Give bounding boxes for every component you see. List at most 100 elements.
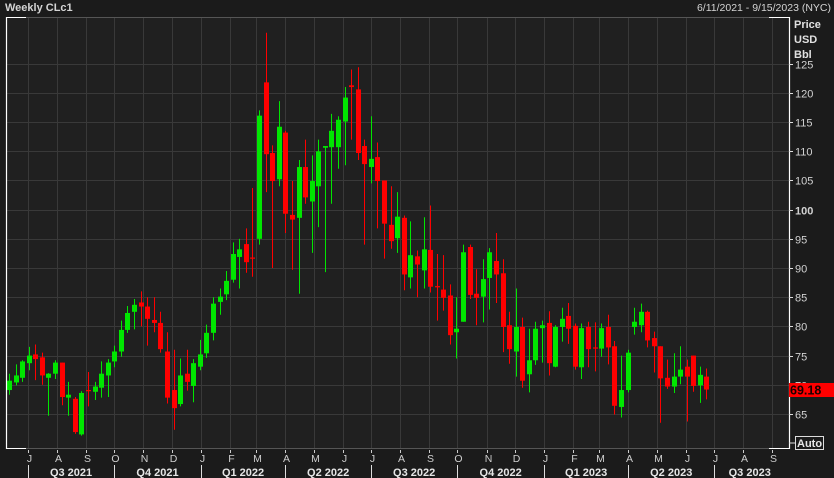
- month-label: M: [311, 453, 320, 465]
- month-label: A: [55, 453, 62, 465]
- month-label: A: [626, 453, 633, 465]
- candle-body: [329, 130, 334, 148]
- candle-body: [349, 85, 354, 88]
- auto-scale-button[interactable]: Auto: [789, 436, 824, 451]
- candle-body: [277, 126, 282, 180]
- month-label: J: [370, 453, 375, 465]
- y-tick-label: 110: [795, 147, 813, 159]
- candle-body: [356, 89, 361, 154]
- candle-body: [369, 158, 374, 168]
- candle-body: [619, 390, 624, 407]
- candle-body: [553, 326, 558, 367]
- candle-body: [606, 326, 611, 348]
- month-label: J: [685, 453, 690, 465]
- candle-body: [566, 315, 571, 329]
- quarter-label: Q3 2022: [393, 467, 435, 478]
- candle-body: [191, 363, 196, 386]
- candle-body: [145, 306, 150, 319]
- candle-body: [53, 362, 58, 374]
- candle-body: [573, 325, 578, 367]
- month-label: O: [454, 453, 462, 465]
- candle-body: [422, 249, 427, 271]
- month-label: J: [713, 453, 718, 465]
- candle-down[interactable]: [73, 397, 78, 434]
- candle-body: [178, 375, 183, 405]
- y-tick-label: 65: [795, 410, 807, 422]
- candle-up[interactable]: [461, 244, 466, 322]
- candle-body: [297, 167, 302, 218]
- unit-price: Price: [794, 19, 821, 31]
- candle-body: [336, 119, 341, 148]
- candle-down[interactable]: [612, 341, 617, 415]
- candle-body: [586, 326, 591, 350]
- candle-body: [474, 293, 479, 298]
- month-label: O: [111, 453, 119, 465]
- candle-body: [198, 354, 203, 367]
- candle-body: [527, 360, 532, 375]
- month-label: F: [571, 453, 577, 465]
- candle-body: [158, 322, 163, 350]
- candle-body: [185, 373, 190, 382]
- month-label: J: [200, 453, 205, 465]
- candle-down[interactable]: [573, 323, 578, 370]
- candle-body: [665, 377, 670, 387]
- y-tick-label: 90: [795, 264, 807, 276]
- candle-down[interactable]: [520, 317, 525, 388]
- candle-body: [685, 366, 690, 377]
- candle-body: [257, 115, 262, 239]
- candle-up[interactable]: [79, 391, 84, 436]
- month-label: J: [27, 453, 32, 465]
- candlestick-chart[interactable]: Price USD Bbl 65707580859095100105110115…: [0, 0, 834, 478]
- quarter-label: Q3 2021: [50, 467, 92, 478]
- quarter-label: Q3 2023: [729, 467, 771, 478]
- month-label: S: [84, 453, 91, 465]
- candle-up[interactable]: [626, 349, 631, 393]
- candle-body: [172, 390, 177, 409]
- month-label: N: [141, 453, 149, 465]
- candle-body: [316, 151, 321, 187]
- y-axis[interactable]: Price USD Bbl 65707580859095100105110115…: [789, 19, 821, 422]
- candle-body: [632, 321, 637, 327]
- month-label: D: [513, 453, 521, 465]
- candle-body: [73, 398, 78, 433]
- candle-body: [448, 295, 453, 336]
- candle-body: [408, 255, 413, 278]
- candle-up[interactable]: [257, 110, 262, 245]
- candle-body: [231, 254, 236, 280]
- auto-button-label[interactable]: Auto: [797, 438, 822, 450]
- quarter-label: Q4 2021: [136, 467, 178, 478]
- month-label: M: [596, 453, 605, 465]
- candle-body: [461, 252, 466, 322]
- candle-body: [494, 261, 499, 275]
- candle-body: [593, 347, 598, 349]
- candle-body: [415, 256, 420, 265]
- candle-body: [691, 355, 696, 386]
- y-tick-label: 120: [795, 89, 813, 101]
- candle-body: [560, 318, 565, 327]
- month-label: F: [228, 453, 234, 465]
- last-price-label: 69.18: [790, 384, 821, 398]
- candle-body: [7, 380, 12, 391]
- candle-body: [218, 296, 223, 302]
- candle-body: [323, 146, 328, 148]
- candle-body: [112, 351, 117, 362]
- candle-body: [639, 311, 644, 326]
- candle-down[interactable]: [468, 244, 473, 299]
- candle-body: [139, 302, 144, 307]
- candle-body: [93, 386, 98, 392]
- x-axis[interactable]: J A S O N D J F M A M J J A S O N D J F M A M J J A S Q3 2021 Q4 202…: [27, 450, 777, 478]
- candle-body: [283, 132, 288, 214]
- month-label: M: [654, 453, 663, 465]
- candle-body: [612, 346, 617, 406]
- y-tick-label: 80: [795, 322, 807, 334]
- month-label: D: [170, 453, 178, 465]
- candle-body: [270, 153, 275, 182]
- quarter-label: Q1 2023: [565, 467, 607, 478]
- candle-up[interactable]: [553, 325, 558, 368]
- candle-body: [14, 375, 19, 383]
- y-tick-label: 85: [795, 293, 807, 305]
- candle-body: [132, 304, 137, 312]
- candle-body: [454, 328, 459, 333]
- month-label: S: [427, 453, 434, 465]
- candle-body: [99, 373, 104, 388]
